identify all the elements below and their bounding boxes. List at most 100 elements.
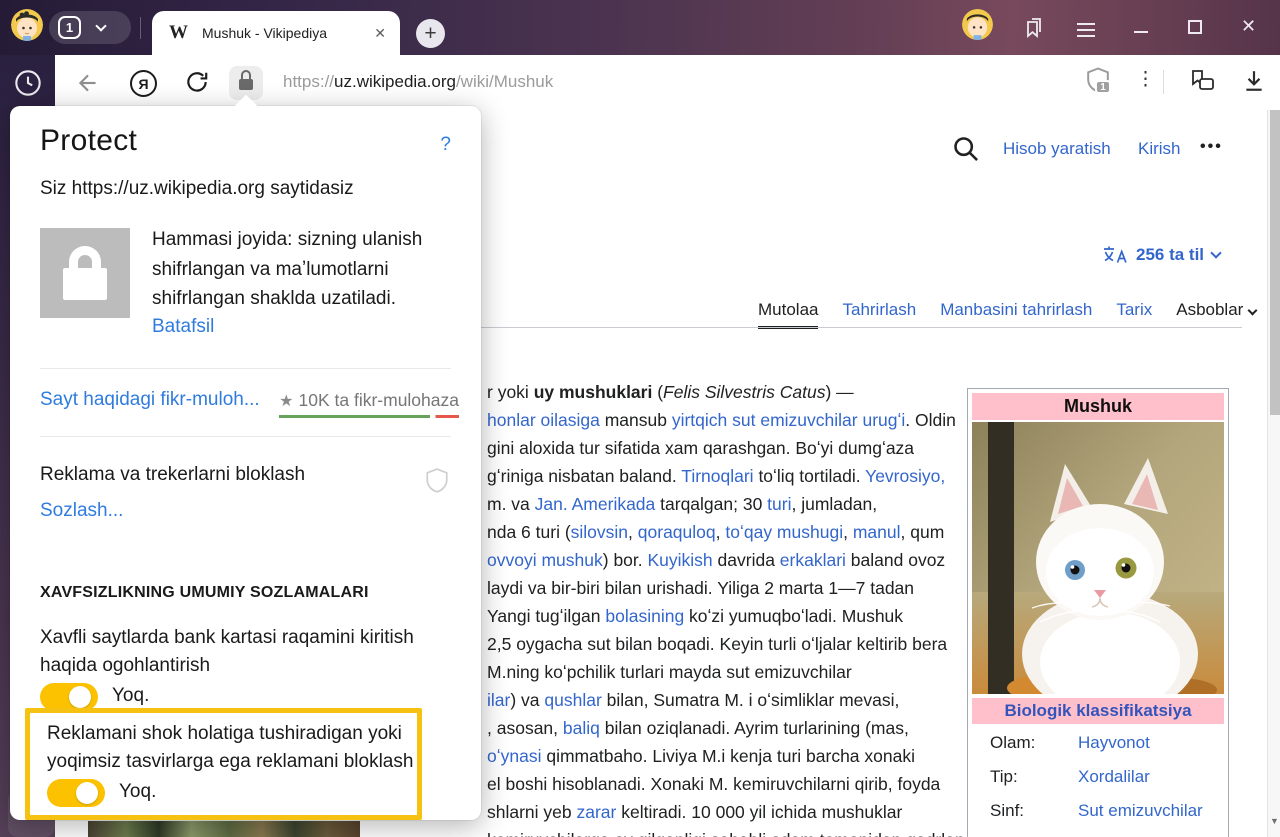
profile-avatar[interactable] bbox=[11, 9, 43, 41]
article-link[interactable]: Yevrosiyo, bbox=[865, 466, 945, 486]
article-link[interactable]: qushlar bbox=[544, 690, 601, 710]
window-maximize-button[interactable] bbox=[1188, 20, 1202, 34]
article-text-segment: , asosan, bbox=[487, 718, 563, 738]
article-link[interactable]: oʻynasi bbox=[487, 746, 541, 766]
article-text-segment: M.ning koʻpchilik turlari mayda sut emiz… bbox=[487, 662, 852, 682]
article-line: ovvoyi mushuk) bor. Kuyikish davrida erk… bbox=[487, 546, 1027, 574]
taxobox: Mushuk bbox=[967, 388, 1229, 837]
new-tab-button[interactable]: + bbox=[416, 19, 445, 48]
download-icon[interactable] bbox=[1243, 69, 1265, 93]
wiki-tab-asboblar[interactable]: Asboblar bbox=[1176, 300, 1256, 329]
login-link[interactable]: Kirish bbox=[1138, 139, 1181, 159]
article-text-segment: uy mushuklari bbox=[534, 382, 653, 402]
article-text-segment: r yoki bbox=[487, 382, 534, 402]
scrollbar-thumb[interactable] bbox=[1270, 110, 1280, 415]
article-text-segment: gini aloxida tur sifatida xam qarashgan.… bbox=[487, 438, 914, 458]
reload-icon[interactable] bbox=[184, 69, 210, 95]
protect-panel: Protect ? Siz https://uz.wikipedia.org s… bbox=[10, 106, 481, 820]
language-selector[interactable]: 256 ta til bbox=[1102, 244, 1220, 265]
article-text-segment: Yangi tugʻilgan bbox=[487, 606, 605, 626]
infobox-row-value-link[interactable]: Xordalilar bbox=[1078, 767, 1150, 787]
url-protocol: https:// bbox=[283, 72, 334, 91]
article-link[interactable]: zarar bbox=[577, 802, 617, 822]
browser-menu-icon[interactable] bbox=[1077, 19, 1095, 41]
url-path: /wiki/Mushuk bbox=[456, 72, 553, 91]
article-image-fragment bbox=[88, 821, 360, 837]
article-text: r yoki uy mushuklari (Felis Silvestris C… bbox=[487, 378, 1027, 837]
article-link[interactable]: erkaklari bbox=[780, 550, 846, 570]
wiki-tab-mutolaa[interactable]: Mutolaa bbox=[758, 300, 818, 329]
search-icon[interactable] bbox=[952, 135, 980, 163]
profile-avatar-right[interactable] bbox=[962, 9, 993, 40]
infobox-row-value-link[interactable]: Hayvonot bbox=[1078, 733, 1150, 753]
article-link[interactable]: Jan. Amerikada bbox=[535, 494, 656, 514]
connection-status-text: Hammasi joyida: sizning ulanish shifrlan… bbox=[152, 225, 422, 314]
details-link[interactable]: Batafsil bbox=[152, 316, 214, 338]
bank-warning-toggle[interactable] bbox=[40, 683, 98, 711]
browser-window: 1 W Mushuk - Vikipediya ✕ + bbox=[0, 0, 1280, 837]
article-link[interactable]: ilar bbox=[487, 690, 510, 710]
address-bar[interactable]: https://uz.wikipedia.org/wiki/Mushuk bbox=[283, 72, 553, 92]
chevron-down-icon[interactable] bbox=[95, 20, 106, 31]
wiki-tab-tahrirlash[interactable]: Tahrirlash bbox=[842, 300, 916, 329]
article-link[interactable]: ovvoyi mushuk bbox=[487, 550, 603, 570]
article-link[interactable]: honlar oilasiga bbox=[487, 410, 600, 430]
language-count-label: 256 ta til bbox=[1136, 245, 1204, 265]
scrollbar-down-arrow[interactable]: ▼ bbox=[1268, 816, 1280, 826]
protect-shield-button[interactable]: 1 bbox=[1086, 67, 1110, 94]
article-line: ilar) va qushlar bilan, Sumatra M. i oʻs… bbox=[487, 686, 1027, 714]
header-more-menu[interactable]: ••• bbox=[1200, 138, 1223, 156]
cat-photo bbox=[972, 422, 1224, 694]
shock-ads-toggle[interactable] bbox=[47, 779, 105, 807]
bookmarks-icon[interactable] bbox=[1022, 16, 1046, 40]
rating-text: 10K ta fikr-mulohaza bbox=[299, 390, 460, 410]
page-scrollbar[interactable]: ▼ bbox=[1267, 110, 1280, 837]
star-icon: ★ bbox=[279, 393, 293, 410]
shock-ads-toggle-state: Yoq. bbox=[119, 781, 156, 803]
toggle-knob bbox=[76, 782, 98, 804]
window-close-button[interactable]: ✕ bbox=[1241, 16, 1256, 37]
history-clock-icon[interactable] bbox=[14, 69, 42, 97]
article-text-segment: shlarni yeb bbox=[487, 802, 577, 822]
tab-group-pill[interactable]: 1 bbox=[49, 11, 131, 44]
article-text-segment: davrida bbox=[713, 550, 780, 570]
tab-counter[interactable]: 1 bbox=[58, 16, 81, 39]
bank-warning-toggle-state: Yoq. bbox=[112, 685, 149, 707]
article-link[interactable]: Kuyikish bbox=[648, 550, 713, 570]
shock-ads-setting-label: Reklamani shok holatiga tushiradigan yok… bbox=[47, 720, 413, 775]
browser-tab[interactable]: W Mushuk - Vikipediya ✕ bbox=[152, 11, 400, 55]
article-text-segment: mansub bbox=[600, 410, 672, 430]
article-link[interactable]: manul bbox=[853, 522, 901, 542]
article-line: kemiruvchilarga ov qilganligi sababli od… bbox=[487, 826, 1027, 837]
lock-illustration bbox=[40, 228, 130, 318]
collections-icon[interactable] bbox=[1188, 68, 1216, 94]
adblock-settings-link[interactable]: Sozlash... bbox=[40, 500, 123, 522]
tab-close-icon[interactable]: ✕ bbox=[374, 25, 386, 42]
girl-avatar-icon bbox=[11, 9, 43, 41]
help-link[interactable]: ? bbox=[440, 134, 451, 156]
article-link[interactable]: qoraquloq bbox=[638, 522, 716, 542]
site-feedback-link[interactable]: Sayt haqidagi fikr-muloh... bbox=[40, 389, 260, 411]
article-link[interactable]: silovsin bbox=[571, 522, 628, 542]
window-minimize-button[interactable] bbox=[1133, 20, 1149, 36]
infobox-row-label: Olam: bbox=[990, 733, 1078, 753]
article-link[interactable]: bolasining bbox=[605, 606, 684, 626]
wiki-tab-tarix[interactable]: Tarix bbox=[1116, 300, 1152, 329]
infobox-row: Olam:Hayvonot bbox=[972, 726, 1224, 760]
infobox-title: Mushuk bbox=[972, 393, 1224, 420]
infobox-row-value-link[interactable]: Sut emizuvchilar bbox=[1078, 801, 1203, 821]
yandex-icon[interactable]: Я bbox=[130, 70, 157, 97]
back-icon[interactable] bbox=[75, 70, 101, 96]
create-account-link[interactable]: Hisob yaratish bbox=[1003, 139, 1111, 159]
article-link[interactable]: Tirnoqlari bbox=[681, 466, 753, 486]
divider bbox=[40, 368, 451, 369]
article-text-segment: Felis Silvestris Catus bbox=[663, 382, 825, 402]
article-link[interactable]: turi bbox=[767, 494, 791, 514]
bank-warning-setting-label: Xavfli saytlarda bank kartasi raqamini k… bbox=[40, 624, 414, 679]
article-link[interactable]: toʻqay mushugi bbox=[725, 522, 843, 542]
article-link[interactable]: baliq bbox=[563, 718, 600, 738]
more-actions-icon[interactable]: ⋮ bbox=[1136, 68, 1155, 91]
infobox-rows: Olam:HayvonotTip:XordalilarSinf:Sut emiz… bbox=[972, 726, 1224, 828]
wiki-tab-manbasini-tahrirlash[interactable]: Manbasini tahrirlash bbox=[940, 300, 1092, 329]
article-link[interactable]: yirtqich sut emizuvchilar urugʻi bbox=[672, 410, 905, 430]
